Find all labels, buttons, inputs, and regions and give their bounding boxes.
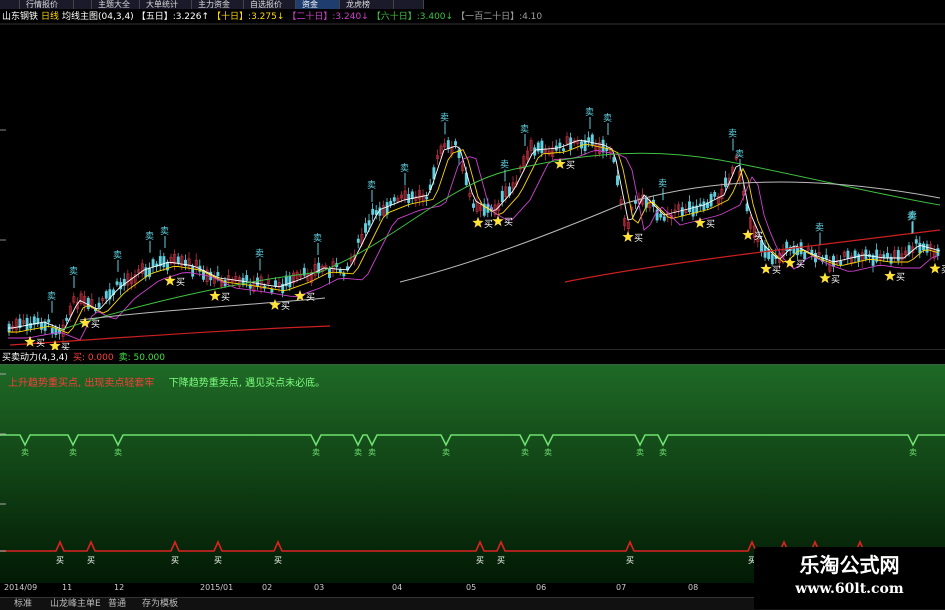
date-tick-label: 04 bbox=[392, 583, 403, 592]
buy-star-icon bbox=[24, 335, 36, 347]
sell-signal-label: 卖 bbox=[354, 448, 362, 457]
buy-marker: 买 bbox=[772, 265, 781, 276]
sell-marker: 卖 bbox=[500, 160, 509, 171]
buy-signal-label: 买 bbox=[171, 556, 179, 565]
bottom-tab[interactable]: 普通 bbox=[108, 599, 126, 609]
sell-marker: 卖 bbox=[440, 112, 449, 123]
buy-signal-label: 买 bbox=[497, 556, 505, 565]
indicator-legend-item: 卖: 50.000 bbox=[118, 353, 165, 363]
buy-marker: 买 bbox=[484, 219, 493, 230]
sell-signal-label: 卖 bbox=[21, 448, 29, 457]
buy-star-icon bbox=[819, 272, 831, 284]
buy-sell-markers: 卖卖卖卖卖卖卖卖卖卖卖卖卖卖卖卖卖卖卖卖买买买买买买买买买买买买买买买买买买 bbox=[24, 107, 945, 350]
buy-star-icon bbox=[472, 216, 484, 228]
sell-marker: 卖 bbox=[520, 124, 529, 135]
sell-marker: 卖 bbox=[728, 129, 737, 140]
date-tick-label: 11 bbox=[62, 583, 73, 592]
buy-marker: 买 bbox=[896, 272, 905, 283]
buy-star-icon bbox=[784, 257, 796, 268]
buy-marker: 买 bbox=[566, 160, 575, 171]
buy-star-icon bbox=[742, 229, 754, 240]
sell-signal-label: 卖 bbox=[659, 448, 667, 457]
sell-marker: 卖 bbox=[907, 212, 916, 223]
indicator-legend-item: 买: 0.000 bbox=[72, 353, 114, 363]
sell-marker: 卖 bbox=[400, 163, 409, 174]
sell-marker: 卖 bbox=[815, 223, 824, 234]
price-candlestick-chart[interactable]: 卖卖卖卖卖卖卖卖卖卖卖卖卖卖卖卖卖卖卖卖买买买买买买买买买买买买买买买买买买 bbox=[0, 0, 945, 350]
buy-marker: 买 bbox=[281, 301, 290, 312]
date-tick-label: 2015/01 bbox=[200, 583, 234, 592]
sell-marker: 卖 bbox=[735, 149, 744, 160]
buy-signal-label: 买 bbox=[476, 556, 484, 565]
sell-marker: 卖 bbox=[603, 113, 612, 124]
sell-signal-label: 卖 bbox=[368, 448, 376, 457]
buy-marker: 买 bbox=[61, 342, 70, 350]
date-tick-label: 02 bbox=[262, 583, 273, 592]
date-tick-label: 05 bbox=[466, 583, 477, 592]
indicator-legend: 买卖动力(4,3,4) 买: 0.000 卖: 50.000 bbox=[2, 352, 170, 364]
buy-signal-label: 买 bbox=[214, 556, 222, 565]
buy-marker: 买 bbox=[941, 265, 945, 276]
buy-marker: 买 bbox=[176, 277, 185, 288]
sell-signal-label: 卖 bbox=[114, 448, 122, 457]
buy-signal-label: 买 bbox=[626, 556, 634, 565]
buy-marker: 买 bbox=[706, 219, 715, 230]
down-trend-note: 下降趋势重卖点, 遇见买点未必底。 bbox=[168, 378, 326, 389]
sell-marker: 卖 bbox=[47, 291, 56, 302]
watermark-url: www.60lt.com bbox=[795, 581, 904, 597]
sell-signal-label: 卖 bbox=[69, 448, 77, 457]
sell-signal-label: 卖 bbox=[636, 448, 644, 457]
date-tick-label: 12 bbox=[114, 583, 125, 592]
buy-star-icon bbox=[884, 270, 896, 281]
buy-marker: 买 bbox=[754, 231, 763, 242]
buy-star-icon bbox=[164, 274, 176, 286]
stock-chart-window: 行情报价 主题大全 大单统计 主力资金 自选报价 资金 龙虎榜 山东钢铁 日线 均线主图(04,… bbox=[0, 0, 945, 610]
date-tick-label: 2014/09 bbox=[4, 583, 38, 592]
bottom-tab[interactable]: 标准 bbox=[14, 599, 32, 609]
site-watermark: 乐淘公式网 www.60lt.com bbox=[754, 547, 945, 609]
sell-marker: 卖 bbox=[145, 231, 154, 242]
bottom-tab[interactable]: 山龙峰主单E bbox=[50, 599, 101, 609]
date-tick-label: 06 bbox=[536, 583, 547, 592]
sell-signal-label: 卖 bbox=[312, 448, 320, 457]
buy-signal-label: 买 bbox=[87, 556, 95, 565]
sell-marker: 卖 bbox=[367, 180, 376, 191]
buy-marker: 买 bbox=[91, 319, 100, 330]
buy-marker: 买 bbox=[831, 274, 840, 285]
buy-star-icon bbox=[929, 262, 941, 274]
buy-star-icon bbox=[760, 263, 772, 274]
watermark-title: 乐淘公式网 bbox=[799, 553, 900, 577]
sell-signal-label: 卖 bbox=[909, 448, 917, 457]
date-tick-label: 08 bbox=[688, 583, 699, 592]
buy-star-icon bbox=[294, 290, 306, 301]
buy-marker: 买 bbox=[36, 338, 45, 349]
buy-marker: 买 bbox=[221, 292, 230, 303]
date-tick-label: 07 bbox=[616, 583, 627, 592]
sell-marker: 卖 bbox=[160, 226, 169, 237]
sell-marker: 卖 bbox=[585, 107, 594, 118]
sell-signal-label: 卖 bbox=[521, 448, 529, 457]
sell-marker: 卖 bbox=[113, 250, 122, 261]
buy-signal-label: 买 bbox=[56, 556, 64, 565]
sell-marker: 卖 bbox=[69, 266, 78, 277]
buy-signal-label: 买 bbox=[274, 556, 282, 565]
sell-signal-label: 卖 bbox=[442, 448, 450, 457]
indicator-annotation: 上升趋势重买点, 出现卖点轻套牢 下降趋势重卖点, 遇见买点未必底。 bbox=[8, 377, 325, 390]
buy-star-icon bbox=[622, 231, 634, 242]
price-grid bbox=[0, 23, 945, 350]
indicator-legend-item: 买卖动力(4,3,4) bbox=[2, 353, 68, 363]
buy-marker: 买 bbox=[306, 292, 315, 303]
sell-marker: 卖 bbox=[658, 178, 667, 189]
sell-signal-label: 卖 bbox=[544, 448, 552, 457]
sell-marker: 卖 bbox=[313, 233, 322, 244]
buy-marker: 买 bbox=[634, 233, 643, 244]
bottom-tab[interactable]: 存为模板 bbox=[142, 599, 178, 609]
buy-star-icon bbox=[209, 290, 221, 301]
date-tick-label: 03 bbox=[314, 583, 325, 592]
buy-marker: 买 bbox=[796, 259, 805, 270]
up-trend-note: 上升趋势重买点, 出现卖点轻套牢 bbox=[8, 378, 155, 389]
buy-star-icon bbox=[269, 299, 281, 310]
buy-marker: 买 bbox=[504, 217, 513, 228]
sell-marker: 卖 bbox=[255, 249, 264, 260]
